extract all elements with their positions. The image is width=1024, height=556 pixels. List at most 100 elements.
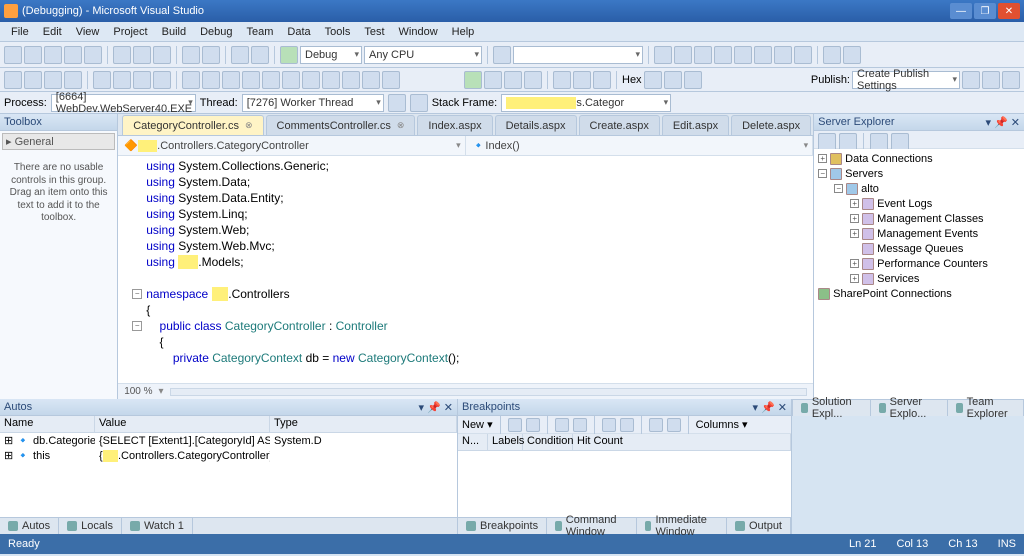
tab-locals[interactable]: Locals [59,518,122,534]
server-tree[interactable]: +Data Connections −Servers −alto +Event … [814,149,1024,303]
tab-command[interactable]: Command Window [547,518,637,534]
col-condition[interactable]: Condition [523,434,573,450]
import-button[interactable] [620,418,634,432]
toolbar-btn[interactable] [382,71,400,89]
toolbar-btn[interactable] [133,71,151,89]
goto-source-button[interactable] [573,418,587,432]
zoom-level[interactable]: 100 % [124,386,152,397]
toolbar-btn[interactable] [1002,71,1020,89]
toolbar-btn[interactable] [24,71,42,89]
toolbox-header[interactable]: Toolbox [0,114,117,131]
maximize-button[interactable]: ❐ [974,3,996,19]
menu-build[interactable]: Build [155,24,193,40]
toolbar-btn[interactable] [44,71,62,89]
class-combo[interactable]: 🔶 .Controllers.CategoryController [118,136,466,155]
export-button[interactable] [602,418,616,432]
toolbar-btn[interactable] [410,94,428,112]
autos-header[interactable]: Autos▾ 📌 ✕ [0,399,457,416]
pin-icon[interactable]: ▾ 📌 ✕ [985,116,1020,129]
publish-button[interactable] [962,71,980,89]
toolbar-btn[interactable] [222,71,240,89]
toolbar-btn[interactable] [644,71,662,89]
open-button[interactable] [44,46,62,64]
process-combo[interactable]: [6664] WebDev.WebServer40.EXE [51,94,196,112]
col-name[interactable]: N... [458,434,488,450]
toolbar-btn[interactable] [93,71,111,89]
file-tab-category[interactable]: CategoryController.cs⊗ [122,115,263,135]
tab-breakpoints[interactable]: Breakpoints [458,518,547,534]
menu-window[interactable]: Window [392,24,445,40]
fold-icon[interactable]: − [132,289,142,299]
toolbox-group-general[interactable]: ▸ General [2,133,115,150]
toolbar-btn[interactable] [843,46,861,64]
cut-button[interactable] [113,46,131,64]
pin-icon[interactable]: ⊗ [245,120,253,131]
toolbar-btn[interactable] [982,71,1000,89]
toolbar-btn[interactable] [823,46,841,64]
col-type[interactable]: Type [270,416,457,432]
toolbar-btn[interactable] [182,71,200,89]
toolbar-btn[interactable] [4,71,22,89]
find-button[interactable] [493,46,511,64]
minimize-button[interactable]: — [950,3,972,19]
new-bp-button[interactable]: New ▾ [462,418,493,431]
menu-view[interactable]: View [69,24,107,40]
toolbar-btn[interactable] [674,46,692,64]
expand-icon[interactable]: + [850,199,859,208]
bp-grid[interactable] [458,451,791,517]
expand-icon[interactable]: + [850,214,859,223]
toolbar-btn[interactable] [202,71,220,89]
undo-button[interactable] [182,46,200,64]
toolbar-btn[interactable] [694,46,712,64]
menu-file[interactable]: File [4,24,36,40]
toolbar-btn[interactable] [654,46,672,64]
save-button[interactable] [64,46,82,64]
pause-button[interactable] [484,71,502,89]
close-button[interactable]: ✕ [998,3,1020,19]
menu-debug[interactable]: Debug [193,24,239,40]
col-labels[interactable]: Labels [488,434,523,450]
platform-combo[interactable]: Any CPU [364,46,482,64]
toolbar-btn[interactable] [794,46,812,64]
file-tab-comments[interactable]: CommentsController.cs⊗ [266,115,416,135]
tab-server-explorer[interactable]: Server Explo... [871,400,948,416]
toolbar-btn[interactable] [302,71,320,89]
toolbar-btn[interactable] [242,71,260,89]
toggle-bp-button[interactable] [555,418,569,432]
toolbar-btn[interactable] [664,71,682,89]
collapse-icon[interactable]: − [818,169,827,178]
tab-immediate[interactable]: Immediate Window [637,518,727,534]
nav-back-button[interactable] [231,46,249,64]
pin-icon[interactable]: ⊗ [397,120,405,131]
toolbar-btn[interactable] [667,418,681,432]
expand-icon[interactable]: + [818,154,827,163]
step-out-button[interactable] [593,71,611,89]
toolbar-btn[interactable] [64,71,82,89]
tab-output[interactable]: Output [727,518,791,534]
paste-button[interactable] [153,46,171,64]
menu-edit[interactable]: Edit [36,24,69,40]
columns-button[interactable]: Columns ▾ [696,418,748,431]
stack-combo[interactable]: s.Categor [501,94,671,112]
toolbar-btn[interactable] [262,71,280,89]
toolbar-btn[interactable] [684,71,702,89]
col-name[interactable]: Name [0,416,95,432]
publish-combo[interactable]: Create Publish Settings [852,71,960,89]
fold-icon[interactable]: − [132,321,142,331]
toolbar-btn[interactable] [282,71,300,89]
menu-tools[interactable]: Tools [318,24,358,40]
tab-autos[interactable]: Autos [0,518,59,534]
expand-icon[interactable]: + [850,259,859,268]
code-editor[interactable]: using System.Collections.Generic; using … [118,156,813,383]
step-over-button[interactable] [573,71,591,89]
delete-all-bp-button[interactable] [526,418,540,432]
delete-bp-button[interactable] [508,418,522,432]
toolbar-btn[interactable] [322,71,340,89]
menu-project[interactable]: Project [106,24,154,40]
toolbar-btn[interactable] [362,71,380,89]
expand-icon[interactable]: + [850,274,859,283]
save-all-button[interactable] [84,46,102,64]
toolbar-btn[interactable] [113,71,131,89]
toolbar-btn[interactable] [734,46,752,64]
toolbar-btn[interactable] [388,94,406,112]
